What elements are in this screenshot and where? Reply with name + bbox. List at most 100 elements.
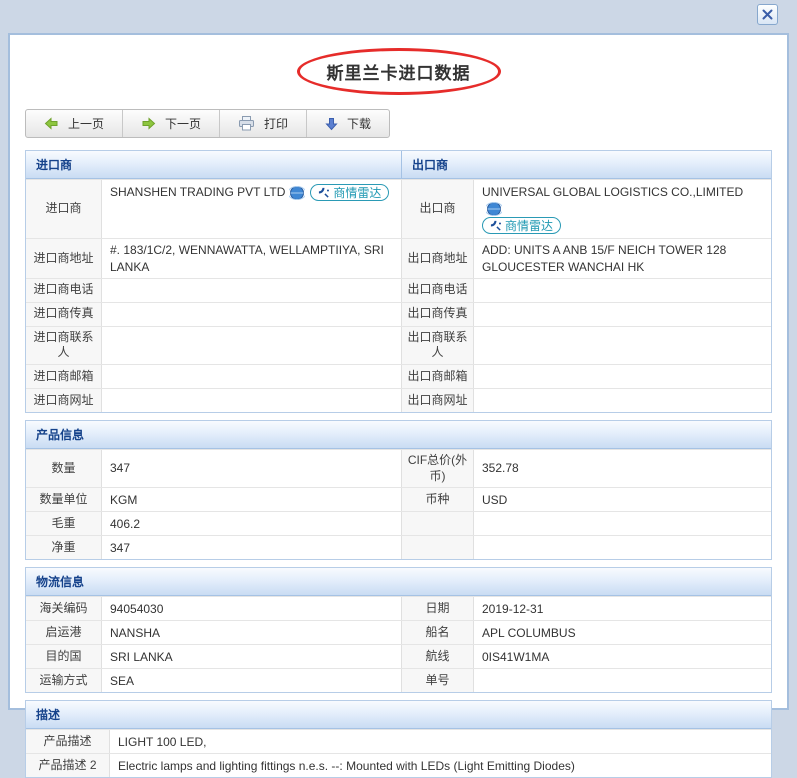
product-section-title: 产品信息 [26,420,771,449]
field-value [473,278,771,302]
field-value [473,669,771,693]
radar-icon [490,220,501,231]
field-value: 347 [101,449,401,488]
field-value: 0IS41W1MA [473,645,771,669]
table-row: 毛重 406.2 [26,511,771,536]
table-row: 净重 347 [26,535,771,560]
field-value: 347 [101,536,401,560]
print-label: 打印 [264,116,289,131]
printer-icon [239,116,255,131]
section-parties: 进口商 出口商 进口商 SHANSHEN TRADING PVT LTD 商情雷达… [25,150,772,413]
table-row: 产品描述 2 Electric lamps and lighting fitti… [26,753,771,778]
field-label: 目的国 [26,645,101,669]
field-value [473,326,771,364]
table-row: 进口商地址 #. 183/1C/2, WENNAWATTA, WELLAMPTI… [26,238,771,278]
download-button[interactable]: 下载 [306,110,389,137]
field-value: SRI LANKA [101,645,401,669]
importer-name-cell: SHANSHEN TRADING PVT LTD 商情雷达 [101,180,401,239]
globe-icon[interactable] [285,184,307,201]
exporter-name: UNIVERSAL GLOBAL LOGISTICS CO.,LIMITED [482,185,744,199]
field-label: 船名 [401,621,473,645]
field-label: 产品描述 2 [26,754,109,778]
field-label: 启运港 [26,621,101,645]
field-label [401,536,473,560]
field-label: 出口商地址 [401,239,473,278]
field-label: 数量单位 [26,488,101,512]
field-label [401,512,473,536]
arrow-right-icon [142,117,156,130]
table-row: 数量单位 KGM 币种 USD [26,487,771,512]
field-value [101,388,401,412]
field-label: 币种 [401,488,473,512]
field-value: 2019-12-31 [473,597,771,621]
field-value [101,326,401,364]
radar-badge[interactable]: 商情雷达 [482,217,562,235]
field-label: 出口商网址 [401,388,473,412]
field-label: 航线 [401,645,473,669]
title-row: 斯里兰卡进口数据 [10,35,787,95]
field-value: 406.2 [101,512,401,536]
table-row: 数量 347 CIF总价(外币) 352.78 [26,448,771,488]
radar-badge-label: 商情雷达 [505,218,554,233]
prev-page-label: 上一页 [68,116,105,131]
field-label: 日期 [401,597,473,621]
field-value: USD [473,488,771,512]
field-value: 94054030 [101,597,401,621]
toolbar: 上一页 下一页 打印 下载 [25,109,391,138]
section-parties-header: 进口商 出口商 [26,151,771,179]
field-label: 产品描述 [26,730,109,754]
arrow-down-icon [325,117,338,130]
field-value: Electric lamps and lighting fittings n.e… [109,754,771,778]
table-row: 目的国 SRI LANKA 航线 0IS41W1MA [26,644,771,669]
section-description: 描述 产品描述 LIGHT 100 LED, 产品描述 2 Electric l… [25,700,772,778]
radar-badge[interactable]: 商情雷达 [310,184,390,202]
field-label: 出口商电话 [401,278,473,302]
importer-section-title: 进口商 [36,158,73,172]
prev-page-button[interactable]: 上一页 [26,110,122,137]
radar-icon [319,187,330,198]
field-label: 进口商联系人 [26,326,101,364]
table-row: 进口商电话 出口商电话 [26,277,771,302]
table-row: 进口商网址 出口商网址 [26,387,771,412]
field-value [473,302,771,326]
field-label: 海关编码 [26,597,101,621]
field-label: 进口商网址 [26,388,101,412]
globe-icon[interactable] [482,200,504,217]
field-label: 进口商传真 [26,302,101,326]
field-label: 出口商联系人 [401,326,473,364]
dialog-panel: 斯里兰卡进口数据 上一页 下一页 打印 下载 进口商 出口商 进口商 SHANS… [8,33,789,778]
table-row: 进口商传真 出口商传真 [26,301,771,326]
field-label: 出口商邮箱 [401,364,473,388]
field-label: CIF总价(外币) [401,449,473,488]
field-value [101,278,401,302]
field-value: NANSHA [101,621,401,645]
radar-badge-label: 商情雷达 [333,185,382,200]
field-label: 进口商邮箱 [26,364,101,388]
exporter-name-cell: UNIVERSAL GLOBAL LOGISTICS CO.,LIMITED 商… [473,180,771,239]
field-value: 352.78 [473,449,771,488]
close-button[interactable] [757,4,778,25]
print-button[interactable]: 打印 [219,110,306,137]
table-row: 启运港 NANSHA 船名 APL COLUMBUS [26,620,771,645]
next-page-button[interactable]: 下一页 [122,110,219,137]
field-value [101,302,401,326]
field-value [473,536,771,560]
table-row: 海关编码 94054030 日期 2019-12-31 [26,596,771,621]
field-value: ADD: UNITS A ANB 15/F NEICH TOWER 128 GL… [473,239,771,278]
field-label: 出口商传真 [401,302,473,326]
next-page-label: 下一页 [165,116,202,131]
arrow-left-icon [44,117,58,130]
field-label: 进口商 [26,180,101,239]
field-label: 出口商 [401,180,473,239]
field-value [473,388,771,412]
table-row: 进口商联系人 出口商联系人 [26,325,771,364]
field-label: 进口商电话 [26,278,101,302]
table-row: 产品描述 LIGHT 100 LED, [26,729,771,754]
field-label: 毛重 [26,512,101,536]
logistics-section-title: 物流信息 [26,568,771,597]
field-label: 数量 [26,449,101,488]
field-value: LIGHT 100 LED, [109,730,771,754]
field-value: KGM [101,488,401,512]
section-product: 产品信息 数量 347 CIF总价(外币) 352.78 数量单位 KGM 币种… [25,419,772,561]
field-value: APL COLUMBUS [473,621,771,645]
